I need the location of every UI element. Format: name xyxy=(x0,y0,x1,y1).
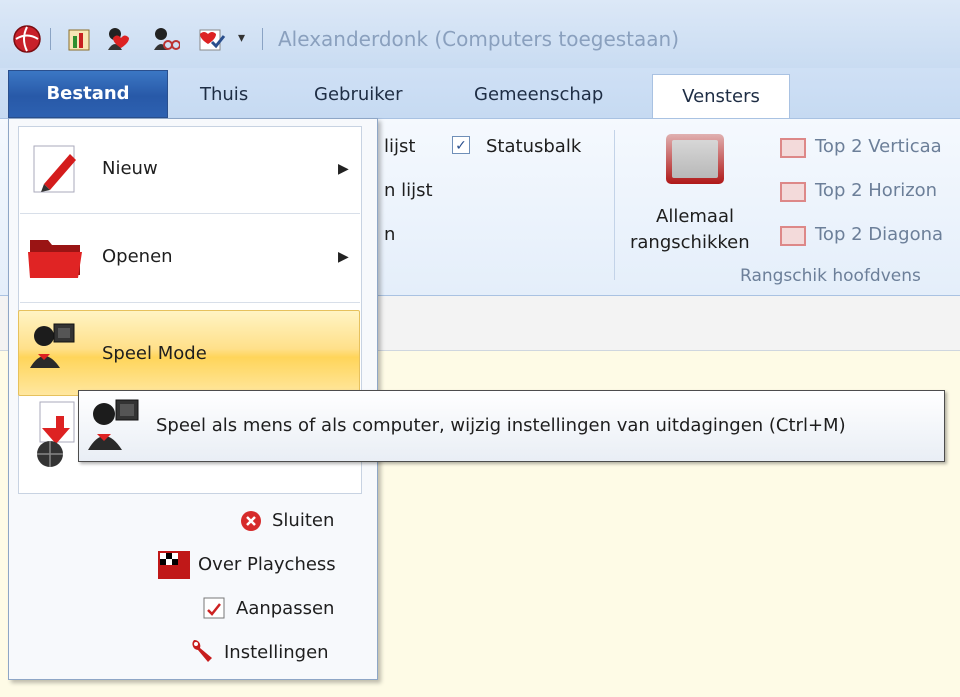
ribbon-partial-label-2[interactable]: n lijst xyxy=(384,180,433,201)
player-chip-icon xyxy=(26,320,80,374)
top2-diagonal-button[interactable]: Top 2 Diagona xyxy=(815,224,943,245)
nieuw-submenu-arrow-icon: ▶ xyxy=(338,161,349,177)
engine-check-icon[interactable] xyxy=(196,24,226,54)
close-circle-icon xyxy=(240,510,262,532)
engine-heart-icon[interactable] xyxy=(104,24,134,54)
top2-vertical-button[interactable]: Top 2 Verticaa xyxy=(815,136,942,157)
ribbon-group-divider xyxy=(614,130,615,280)
top2-vertical-icon xyxy=(780,138,806,158)
playchess-logo-icon[interactable] xyxy=(12,24,42,54)
sluiten-button[interactable]: Sluiten xyxy=(272,510,334,531)
menu-item-speel-mode-label: Speel Mode xyxy=(102,343,207,364)
chart-icon[interactable] xyxy=(64,24,94,54)
aanpassen-button[interactable]: Aanpassen xyxy=(236,598,334,619)
quick-access-separator xyxy=(50,28,51,50)
menu-separator xyxy=(20,213,360,214)
dropdown-arrow-icon[interactable]: ▾ xyxy=(238,30,245,46)
menu-separator-2 xyxy=(20,302,360,303)
top2-horizontal-icon xyxy=(780,182,806,202)
tab-bestand[interactable]: Bestand xyxy=(8,70,168,118)
top2-horizontal-button[interactable]: Top 2 Horizon xyxy=(815,180,937,201)
ribbon-partial-label-1[interactable]: lijst xyxy=(384,136,415,157)
instellingen-button[interactable]: Instellingen xyxy=(224,642,329,663)
tab-gemeenschap[interactable]: Gemeenschap xyxy=(474,74,603,118)
tab-thuis[interactable]: Thuis xyxy=(200,74,248,118)
arrange-all-icon[interactable] xyxy=(666,134,724,184)
statusbalk-checkbox[interactable]: ✓ xyxy=(452,136,470,154)
arrange-all-label-line1[interactable]: Allemaal xyxy=(656,206,734,227)
tooltip-text: Speel als mens of als computer, wijzig i… xyxy=(156,415,846,436)
checkered-flag-icon xyxy=(158,551,190,579)
menu-item-openen[interactable]: Openen xyxy=(102,246,173,267)
statusbalk-label[interactable]: Statusbalk xyxy=(486,136,581,157)
quick-access-separator-2 xyxy=(262,28,263,50)
openen-submenu-arrow-icon: ▶ xyxy=(338,249,349,265)
tooltip-player-chip-icon xyxy=(84,396,144,454)
window-title: Alexanderdonk (Computers toegestaan) xyxy=(278,27,680,51)
arrange-all-label-line2[interactable]: rangschikken xyxy=(630,232,750,253)
pencil-icon xyxy=(30,140,84,196)
customize-icon xyxy=(202,596,226,620)
tab-vensters[interactable]: Vensters xyxy=(652,74,790,120)
over-playchess-button[interactable]: Over Playchess xyxy=(198,554,336,575)
ribbon-group-label: Rangschik hoofdvens xyxy=(740,266,921,286)
ribbon-partial-label-3[interactable]: n xyxy=(384,224,395,245)
menu-item-nieuw[interactable]: Nieuw xyxy=(102,158,158,179)
download-globe-icon[interactable] xyxy=(28,400,84,470)
folder-icon xyxy=(26,232,86,282)
tab-gebruiker[interactable]: Gebruiker xyxy=(314,74,403,118)
top2-diagonal-icon xyxy=(780,226,806,246)
wrench-icon xyxy=(188,638,214,666)
engine-glasses-icon[interactable] xyxy=(150,24,181,54)
